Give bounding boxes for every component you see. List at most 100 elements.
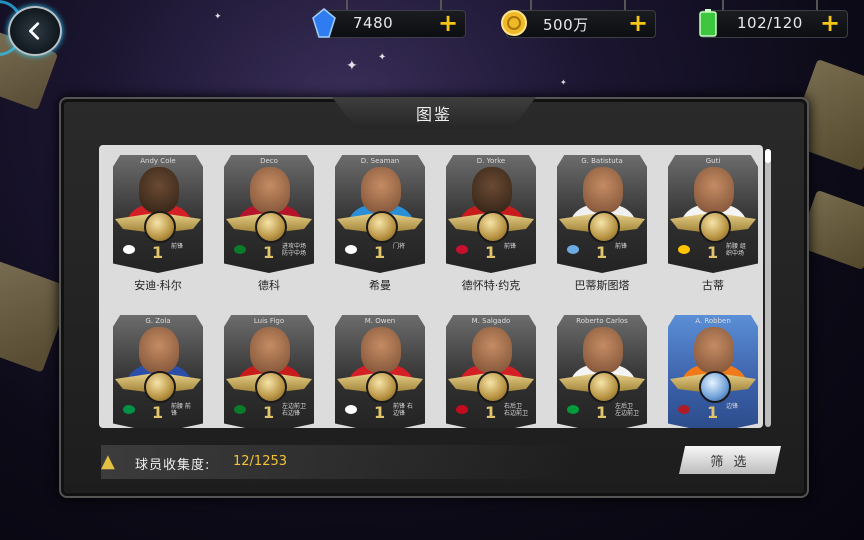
card-frame: G. Zola 1 前腰 前锋 bbox=[113, 315, 203, 428]
card-position: 前锋 bbox=[615, 243, 628, 250]
battery-icon bbox=[691, 5, 725, 41]
rank-medal-icon bbox=[699, 211, 731, 243]
card-player-tag: M. Salgado bbox=[471, 317, 511, 325]
player-portrait bbox=[472, 167, 512, 213]
collection-panel: 图鉴 Andy Cole 1 前锋 安迪·科尔 Deco 1 进攻中场 防守中场… bbox=[59, 97, 809, 498]
player-grid[interactable]: Andy Cole 1 前锋 安迪·科尔 Deco 1 进攻中场 防守中场 德科… bbox=[99, 145, 763, 428]
rank-medal-icon bbox=[477, 371, 509, 403]
card-level: 1 bbox=[707, 403, 719, 422]
card-position: 前腰 前锋 bbox=[171, 403, 191, 417]
card-position: 前锋 bbox=[171, 243, 184, 250]
card-player-tag: A. Robben bbox=[695, 317, 731, 325]
card-frame: D. Seaman 1 门将 bbox=[335, 155, 425, 273]
player-portrait bbox=[250, 327, 290, 373]
card-player-name: 安迪·科尔 bbox=[134, 279, 182, 292]
card-player-tag: D. Yorke bbox=[476, 157, 506, 165]
card-level: 1 bbox=[152, 403, 164, 422]
gems-bar: 7480 + bbox=[312, 8, 466, 38]
card-position: 右后卫 右边前卫 bbox=[504, 403, 529, 417]
card-position: 左后卫 左边前卫 bbox=[615, 403, 640, 417]
card-frame: Andy Cole 1 前锋 bbox=[113, 155, 203, 273]
card-level: 1 bbox=[263, 243, 275, 262]
card-position: 前腰 组织中场 bbox=[726, 243, 746, 257]
coins-value: 500万 bbox=[543, 16, 589, 34]
gem-icon bbox=[307, 5, 341, 41]
energy-value: 102/120 bbox=[737, 14, 803, 32]
nation-flag-icon bbox=[234, 405, 246, 414]
rank-medal-icon bbox=[255, 211, 287, 243]
card-frame: Luis Figo 1 左边前卫 右边锋 bbox=[224, 315, 314, 428]
nation-flag-icon bbox=[567, 405, 579, 414]
card-position: 左边前卫 右边锋 bbox=[282, 403, 307, 417]
rank-medal-icon bbox=[255, 371, 287, 403]
card-position: 进攻中场 防守中场 bbox=[282, 243, 307, 257]
player-portrait bbox=[472, 327, 512, 373]
add-coins-button[interactable]: + bbox=[627, 11, 649, 35]
back-button[interactable] bbox=[8, 6, 62, 56]
card-frame: G. Batistuta 1 前锋 bbox=[557, 155, 647, 273]
nation-flag-icon bbox=[456, 245, 468, 254]
card-level: 1 bbox=[596, 243, 608, 262]
player-portrait bbox=[361, 167, 401, 213]
card-player-name: 古蒂 bbox=[702, 279, 724, 292]
card-position: 边锋 bbox=[726, 403, 739, 410]
card-position: 前锋 右边锋 bbox=[393, 403, 413, 417]
rank-medal-icon bbox=[477, 211, 509, 243]
coin-icon bbox=[497, 5, 531, 41]
player-portrait bbox=[583, 327, 623, 373]
add-energy-button[interactable]: + bbox=[819, 11, 841, 35]
rank-medal-icon bbox=[144, 371, 176, 403]
rank-medal-icon bbox=[366, 371, 398, 403]
nation-flag-icon bbox=[456, 405, 468, 414]
card-player-tag: G. Zola bbox=[145, 317, 171, 325]
card-frame: A. Robben 1 边锋 bbox=[668, 315, 758, 428]
card-position: 门将 bbox=[393, 243, 406, 250]
coins-bar: 500万 + bbox=[501, 10, 656, 38]
card-player-tag: Andy Cole bbox=[140, 157, 176, 165]
card-frame: Guti 1 前腰 组织中场 bbox=[668, 155, 758, 273]
card-player-name: 巴蒂斯图塔 bbox=[574, 279, 630, 292]
sparkle-icon: ✦ bbox=[346, 58, 358, 74]
player-portrait bbox=[694, 327, 734, 373]
card-player-name: 希曼 bbox=[369, 279, 391, 292]
rank-medal-icon bbox=[588, 211, 620, 243]
nation-flag-icon bbox=[123, 405, 135, 414]
card-player-tag: Roberto Carlos bbox=[576, 317, 628, 325]
chevron-left-icon bbox=[29, 22, 40, 40]
collection-value: 12/1253 bbox=[233, 454, 288, 469]
card-frame: M. Salgado 1 右后卫 右边前卫 bbox=[446, 315, 536, 428]
card-frame: Deco 1 进攻中场 防守中场 bbox=[224, 155, 314, 273]
rank-medal-icon bbox=[588, 371, 620, 403]
card-player-tag: Luis Figo bbox=[253, 317, 285, 325]
player-icon: ▲ bbox=[101, 451, 115, 472]
rank-medal-icon bbox=[144, 211, 176, 243]
scroll-thumb[interactable] bbox=[765, 149, 771, 163]
nation-flag-icon bbox=[345, 245, 357, 254]
card-player-name: 德怀特·约克 bbox=[461, 279, 521, 292]
card-player-tag: Guti bbox=[705, 157, 721, 165]
nation-flag-icon bbox=[678, 405, 690, 414]
add-gems-button[interactable]: + bbox=[437, 11, 459, 35]
player-portrait bbox=[250, 167, 290, 213]
card-level: 1 bbox=[152, 243, 164, 262]
collection-progress: ▲ 球员收集度: 12/1253 bbox=[101, 445, 581, 479]
rank-medal-icon bbox=[366, 211, 398, 243]
card-level: 1 bbox=[374, 243, 386, 262]
player-portrait bbox=[139, 327, 179, 373]
card-level: 1 bbox=[374, 403, 386, 422]
scrollbar[interactable] bbox=[765, 149, 771, 427]
card-level: 1 bbox=[485, 243, 497, 262]
card-level: 1 bbox=[596, 403, 608, 422]
card-player-tag: G. Batistuta bbox=[581, 157, 623, 165]
nation-flag-icon bbox=[234, 245, 246, 254]
rank-medal-icon bbox=[699, 371, 731, 403]
nation-flag-icon bbox=[345, 405, 357, 414]
card-player-name: 德科 bbox=[258, 279, 280, 292]
filter-button[interactable]: 筛 选 bbox=[679, 446, 781, 474]
nation-flag-icon bbox=[678, 245, 690, 254]
player-portrait bbox=[694, 167, 734, 213]
card-frame: Roberto Carlos 1 左后卫 左边前卫 bbox=[557, 315, 647, 428]
sparkle-icon: ✦ bbox=[214, 12, 222, 22]
nation-flag-icon bbox=[567, 245, 579, 254]
card-player-tag: D. Seaman bbox=[360, 157, 400, 165]
